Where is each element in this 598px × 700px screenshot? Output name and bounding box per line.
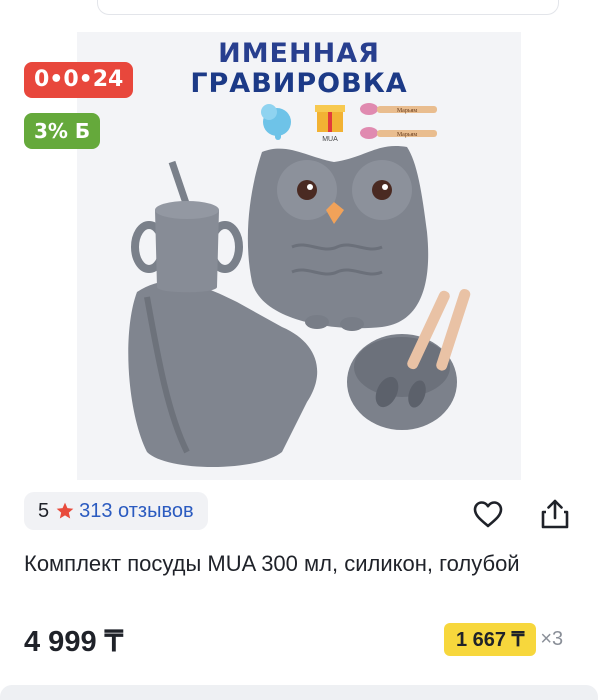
- installment-amount: 1 667 ₸: [444, 623, 537, 656]
- previous-card-edge: [97, 0, 559, 15]
- installment-offer[interactable]: 1 667 ₸ ×3: [444, 623, 563, 656]
- installment-count: ×3: [540, 628, 564, 650]
- star-icon: [56, 502, 74, 519]
- sippy-cup: [131, 160, 243, 293]
- engraving-text-2: Марьям: [397, 132, 417, 138]
- product-photo: MUA Марьям Марьям: [128, 103, 471, 467]
- reviews-link[interactable]: 313 отзывов: [79, 500, 193, 523]
- engraved-cutlery-icon: Марьям Марьям: [360, 103, 437, 139]
- rating-score: 5: [38, 499, 50, 522]
- rating-summary[interactable]: 5 313 отзывов: [24, 492, 208, 530]
- gift-icon: MUA: [315, 105, 345, 143]
- owl-plate: [247, 145, 429, 331]
- heart-icon[interactable]: [471, 497, 505, 531]
- gift-brand-label: MUA: [322, 136, 338, 143]
- product-title: Комплект посуды MUA 300 мл, силикон, гол…: [24, 551, 520, 576]
- engraving-text-1: Марьям: [397, 108, 417, 114]
- share-icon[interactable]: [538, 497, 572, 531]
- silicone-bowl: [347, 334, 457, 430]
- product-image-gallery[interactable]: ИМЕННАЯ ГРАВИРОВКА MUA Марьям Марьям: [77, 32, 521, 480]
- elephant-icon: [261, 104, 291, 140]
- installment-badge: 0•0•24: [24, 62, 134, 98]
- product-price: 4 999 ₸: [24, 626, 124, 658]
- bonus-badge: 3% Б: [24, 113, 101, 149]
- next-section-edge: [0, 685, 598, 700]
